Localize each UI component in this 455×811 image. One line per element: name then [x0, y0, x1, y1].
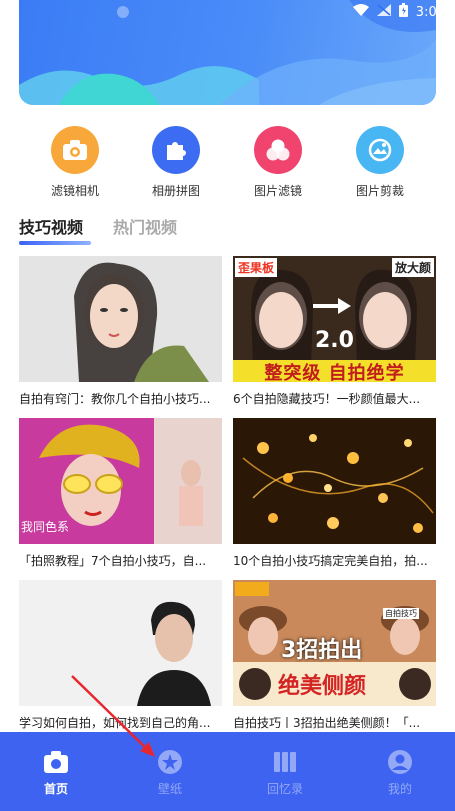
video-title: 学习如何自拍，如何找到自己的角...: [19, 716, 211, 730]
video-thumbnail: [19, 580, 222, 706]
feature-shortcuts: 滤镜相机 相册拼图 图片滤镜 图片剪裁: [0, 126, 455, 206]
feature-crop[interactable]: 图片剪裁: [325, 126, 435, 199]
video-card[interactable]: 自拍有窍门：教你几个自拍小技巧...: [19, 256, 222, 407]
battery-icon: [398, 3, 408, 21]
nav-home[interactable]: 首页: [16, 732, 96, 811]
video-title: 10个自拍小技巧搞定完美自拍，拍...: [233, 554, 428, 568]
nav-wallpaper[interactable]: 壁纸: [130, 732, 210, 811]
thumbnail-headline-1: 3招拍出: [281, 638, 363, 663]
tab-skill-videos[interactable]: 技巧视频: [19, 214, 83, 238]
video-card[interactable]: 10个自拍小技巧搞定完美自拍，拍...: [233, 418, 436, 569]
video-card[interactable]: 3招拍出 绝美侧颜 自拍技巧 自拍技巧丨3招拍出绝美侧颜！「...: [233, 580, 436, 731]
feature-label: 图片剪裁: [355, 184, 404, 198]
thumbnail-tag-right: 放大颜: [391, 258, 434, 277]
memoir-icon: [272, 749, 298, 775]
video-card[interactable]: 学习如何自拍，如何找到自己的角...: [19, 580, 222, 731]
video-card[interactable]: 歪果板 放大颜 2.0 整突级 自拍绝学 6个自拍隐藏技巧！一秒颜值最大...: [233, 256, 436, 407]
feature-filter-camera[interactable]: 滤镜相机: [20, 126, 130, 199]
nav-label: 我的: [387, 782, 412, 796]
thumbnail-headline: 整突级 自拍绝学: [264, 363, 405, 382]
thumbnail-number: 2.0: [315, 328, 354, 353]
video-title: 6个自拍隐藏技巧！一秒颜值最大...: [233, 392, 421, 406]
profile-icon: [387, 749, 413, 775]
status-bar: 3:06: [0, 0, 455, 24]
feature-photo-filter[interactable]: 图片滤镜: [223, 126, 333, 199]
bottom-navigation: 首页 壁纸 回忆录 我的: [0, 732, 455, 811]
thumbnail-tag: 自拍技巧: [383, 608, 419, 619]
nav-label: 壁纸: [157, 782, 182, 796]
video-thumbnail: [19, 256, 222, 382]
video-thumbnail: 歪果板 放大颜 2.0 整突级 自拍绝学: [233, 256, 436, 382]
video-title: 自拍有窍门：教你几个自拍小技巧...: [19, 392, 211, 406]
puzzle-icon: [152, 126, 200, 174]
feature-label: 滤镜相机: [50, 184, 99, 198]
wifi-icon: [352, 4, 369, 20]
feature-label: 相册拼图: [151, 184, 200, 198]
video-title: 「拍照教程」7个自拍小技巧，自...: [19, 554, 207, 568]
feature-label: 图片滤镜: [253, 184, 302, 198]
thumbnail-tag-left: 歪果板: [235, 258, 278, 277]
thumbnail-caption: 我同色系: [21, 520, 70, 534]
nav-memoir[interactable]: 回忆录: [245, 732, 325, 811]
video-thumbnail: 3招拍出 绝美侧颜 自拍技巧: [233, 580, 436, 706]
nav-mine[interactable]: 我的: [360, 732, 440, 811]
home-camera-icon: [43, 749, 69, 775]
crop-image-icon: [356, 126, 404, 174]
status-time: 3:06: [415, 4, 445, 20]
wallpaper-icon: [157, 749, 183, 775]
video-title: 自拍技巧丨3招拍出绝美侧颜！「...: [233, 716, 421, 730]
feature-collage[interactable]: 相册拼图: [121, 126, 231, 199]
nav-label: 回忆录: [266, 782, 303, 796]
active-tab-indicator: [19, 241, 91, 245]
camera-icon: [51, 126, 99, 174]
video-thumbnail: [233, 418, 436, 544]
thumbnail-headline-2: 绝美侧颜: [278, 674, 367, 699]
filter-icon: [254, 126, 302, 174]
video-card[interactable]: 我同色系 「拍照教程」7个自拍小技巧，自...: [19, 418, 222, 569]
tab-hot-videos[interactable]: 热门视频: [113, 214, 177, 238]
video-thumbnail: 我同色系: [19, 418, 222, 544]
no-signal-icon: [376, 4, 391, 20]
nav-label: 首页: [43, 782, 68, 796]
